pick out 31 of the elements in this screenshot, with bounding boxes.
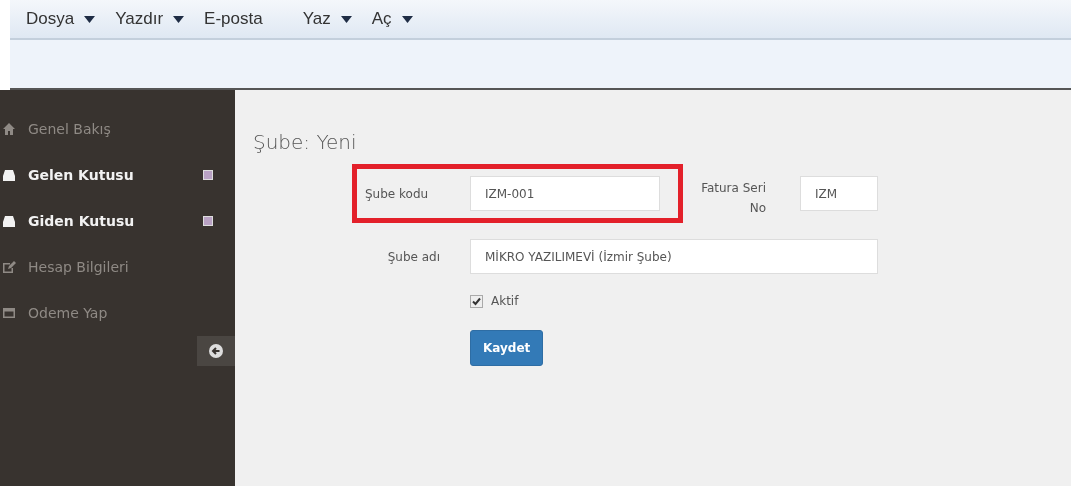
menu-item[interactable]: Yaz [302, 9, 331, 29]
collapse-button[interactable] [197, 336, 235, 366]
menu-item[interactable]: Yazdır [115, 9, 164, 29]
checkbox[interactable] [470, 294, 483, 308]
menu-item[interactable]: Dosya [26, 9, 75, 29]
sidebar-item[interactable]: Gelen Kutusu [28, 167, 134, 183]
menu-item[interactable]: Aç [371, 9, 392, 29]
field-label: Şube kodu [365, 186, 430, 201]
home-icon [2, 122, 16, 136]
sidebar-item[interactable]: Giden Kutusu [28, 213, 135, 229]
input-field[interactable]: IZM-001 [470, 176, 660, 211]
checkbox-label: Aktif [491, 294, 519, 308]
card-icon [2, 306, 16, 320]
inbox-icon [2, 214, 16, 228]
page-title: Şube: Yeni [253, 130, 357, 154]
field-label: Şube adı [386, 249, 440, 264]
inbox-icon [2, 168, 16, 182]
save-button[interactable]: Kaydet [470, 330, 544, 366]
field-label: Fatura Seri No [700, 180, 766, 217]
input-field[interactable]: IZM [800, 176, 878, 211]
caret-icon[interactable] [84, 15, 96, 23]
edit-icon [2, 260, 16, 274]
caret-icon[interactable] [340, 15, 352, 23]
menu-item[interactable]: E-posta [204, 9, 263, 29]
sidebar-item[interactable]: Genel Bakış [28, 121, 111, 137]
sidebar-item[interactable]: Hesap Bilgileri [28, 259, 129, 275]
sidebar-item[interactable]: Odeme Yap [28, 305, 108, 321]
caret-icon[interactable] [173, 15, 185, 23]
input-field[interactable]: MİKRO YAZILIMEVİ (İzmir Şube) [470, 239, 878, 274]
caret-icon[interactable] [401, 15, 413, 23]
back-arrow-icon [209, 344, 223, 358]
